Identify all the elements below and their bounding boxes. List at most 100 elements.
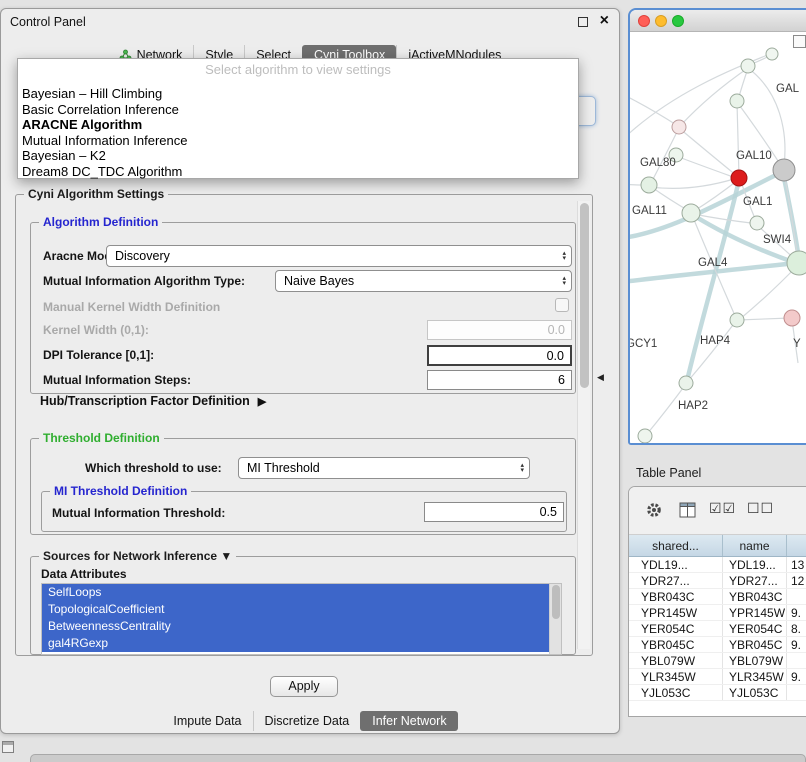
threshold-definition-group: Threshold Definition Which threshold to … [30,438,576,535]
close-icon[interactable]: × [600,12,609,30]
algorithm-option[interactable]: Bayesian – K2 [18,148,578,164]
sources-section-header[interactable]: Sources for Network Inference ▼ [39,549,236,563]
algorithm-option[interactable]: Dream8 DC_TDC Algorithm [18,164,578,180]
table-row[interactable]: YBL079WYBL079W [629,653,806,669]
gear-icon[interactable] [645,501,663,519]
combo-value: Discovery [115,249,170,263]
node-label: HAP4 [700,335,731,347]
network-node [766,48,778,60]
desktop: Control Panel × Network Style Select Cyn… [0,0,806,762]
network-node [638,429,652,443]
node-label: SWI4 [763,234,792,246]
table-panel-title: Table Panel [636,466,701,480]
table-row[interactable]: YBR043CYBR043C [629,589,806,605]
column-header-name[interactable]: name [723,535,787,556]
attribute-item-selected[interactable]: TopologicalCoefficient [42,601,549,618]
network-node [741,59,755,73]
algorithm-definition-group: Algorithm Definition Aracne Mode: Discov… [30,222,576,394]
manual-kernel-checkbox[interactable] [555,298,569,312]
birdseye-button[interactable] [793,35,806,48]
bottom-tab-bar: Impute Data Discretize Data Infer Networ… [1,709,619,733]
control-panel-window: Control Panel × Network Style Select Cyn… [0,8,620,734]
network-node [730,94,744,108]
algorithm-option[interactable]: Mutual Information Inference [18,133,578,149]
network-node [682,204,700,222]
network-window-titlebar [630,10,806,32]
mi-steps-label: Mutual Information Steps: [43,373,191,387]
mi-type-label: Mutual Information Algorithm Type: [43,274,245,288]
network-node-hub [773,159,795,181]
network-node [672,120,686,134]
algorithm-dropdown-popup: Select algorithm to view settings Bayesi… [17,58,579,179]
control-panel-titlebar: Control Panel × [1,9,619,35]
node-label: GAL1 [743,196,772,208]
attribute-item-selected[interactable]: SelfLoops [42,584,549,601]
panel-grip-icon[interactable] [2,741,14,753]
algorithm-option-selected[interactable]: ARACNE Algorithm [18,117,578,133]
kernel-width-field[interactable]: 0.0 [427,320,572,340]
settings-scrollbar[interactable] [577,201,590,649]
mi-steps-field[interactable]: 6 [427,370,572,390]
aracne-mode-select[interactable]: Discovery ▴▾ [106,245,572,267]
group-title: MI Threshold Definition [50,484,191,498]
column-header-shared[interactable]: shared... [629,535,723,556]
apply-button[interactable]: Apply [270,676,338,697]
dpi-tolerance-field[interactable]: 0.0 [427,345,572,366]
float-window-icon[interactable] [578,17,588,27]
zoom-button[interactable] [672,15,684,27]
column-header-extra[interactable] [787,535,806,556]
chevron-updown-icon: ▴▾ [562,276,571,286]
network-node [641,177,657,193]
attribute-list-scrollbar[interactable] [549,584,561,654]
collapse-down-icon: ▼ [220,549,232,563]
table-header: shared... name [629,535,806,557]
mi-threshold-field[interactable]: 0.5 [424,502,564,522]
hub-section-label: Hub/Transcription Factor Definition [40,394,250,408]
table-row[interactable]: YLR345WYLR345W9. [629,669,806,685]
attribute-item-selected[interactable]: BetweennessCentrality [42,618,549,635]
attribute-item-selected[interactable]: gal4RGexp [42,635,549,652]
chevron-updown-icon: ▴▾ [562,251,571,261]
scrollbar-thumb[interactable] [580,203,589,388]
network-canvas[interactable]: GAL GAL80 GAL10 GAL11 GAL1 SWI4 GAL4 GCY… [630,32,806,443]
deselect-all-icon[interactable]: ☐☐ [747,500,774,517]
group-title: Algorithm Definition [39,215,162,229]
node-label: GAL [776,83,800,95]
chevron-updown-icon: ▴▾ [520,463,529,473]
table-row[interactable]: YBR045CYBR045C9. [629,637,806,653]
kernel-width-label: Kernel Width (0,1): [43,323,149,337]
table-row[interactable]: YDR27...YDR27...12 [629,573,806,589]
table-row[interactable]: YDL19...YDL19...13 [629,557,806,573]
window-title: Control Panel [10,15,86,29]
which-threshold-select[interactable]: MI Threshold ▴▾ [238,457,530,479]
node-label: GAL80 [640,157,676,169]
select-all-icon[interactable]: ☑☑ [709,500,736,517]
tab-impute-data[interactable]: Impute Data [162,711,252,731]
collapse-panel-icon[interactable]: ◀ [597,372,604,383]
table-row[interactable]: YJL053CYJL053C [629,685,806,701]
mi-type-select[interactable]: Naive Bayes ▴▾ [275,270,572,292]
node-label: GAL10 [736,150,772,162]
table-toolbar: ☑☑ ☐☐ [629,487,806,535]
tab-discretize-data[interactable]: Discretize Data [253,711,361,731]
dpi-tolerance-label: DPI Tolerance [0,1]: [43,348,154,362]
expand-right-icon: ▶ [258,396,266,408]
algorithm-option[interactable]: Bayesian – Hill Climbing [18,86,578,102]
show-columns-icon[interactable] [679,502,696,518]
mi-threshold-group: MI Threshold Definition Mutual Informati… [41,491,567,532]
network-node-labels: GAL GAL80 GAL10 GAL11 GAL1 SWI4 GAL4 GCY… [630,83,801,412]
dropdown-options: Bayesian – Hill Climbing Basic Correlati… [18,86,578,180]
close-button[interactable] [638,15,650,27]
sources-title: Sources for Network Inference [43,549,217,563]
table-row[interactable]: YER054CYER054C8. [629,621,806,637]
table-row[interactable]: YPR145WYPR145W9. [629,605,806,621]
tab-infer-network[interactable]: Infer Network [360,711,457,731]
minimize-button[interactable] [655,15,667,27]
dropdown-placeholder: Select algorithm to view settings [18,61,578,78]
algorithm-option[interactable]: Basic Correlation Inference [18,102,578,118]
mi-threshold-label: Mutual Information Threshold: [52,506,225,520]
combo-value: Naive Bayes [284,274,354,288]
hub-transcription-section[interactable]: Hub/Transcription Factor Definition ▶ [40,394,266,408]
tab-label: Infer Network [372,714,446,728]
combo-value: MI Threshold [247,461,320,475]
